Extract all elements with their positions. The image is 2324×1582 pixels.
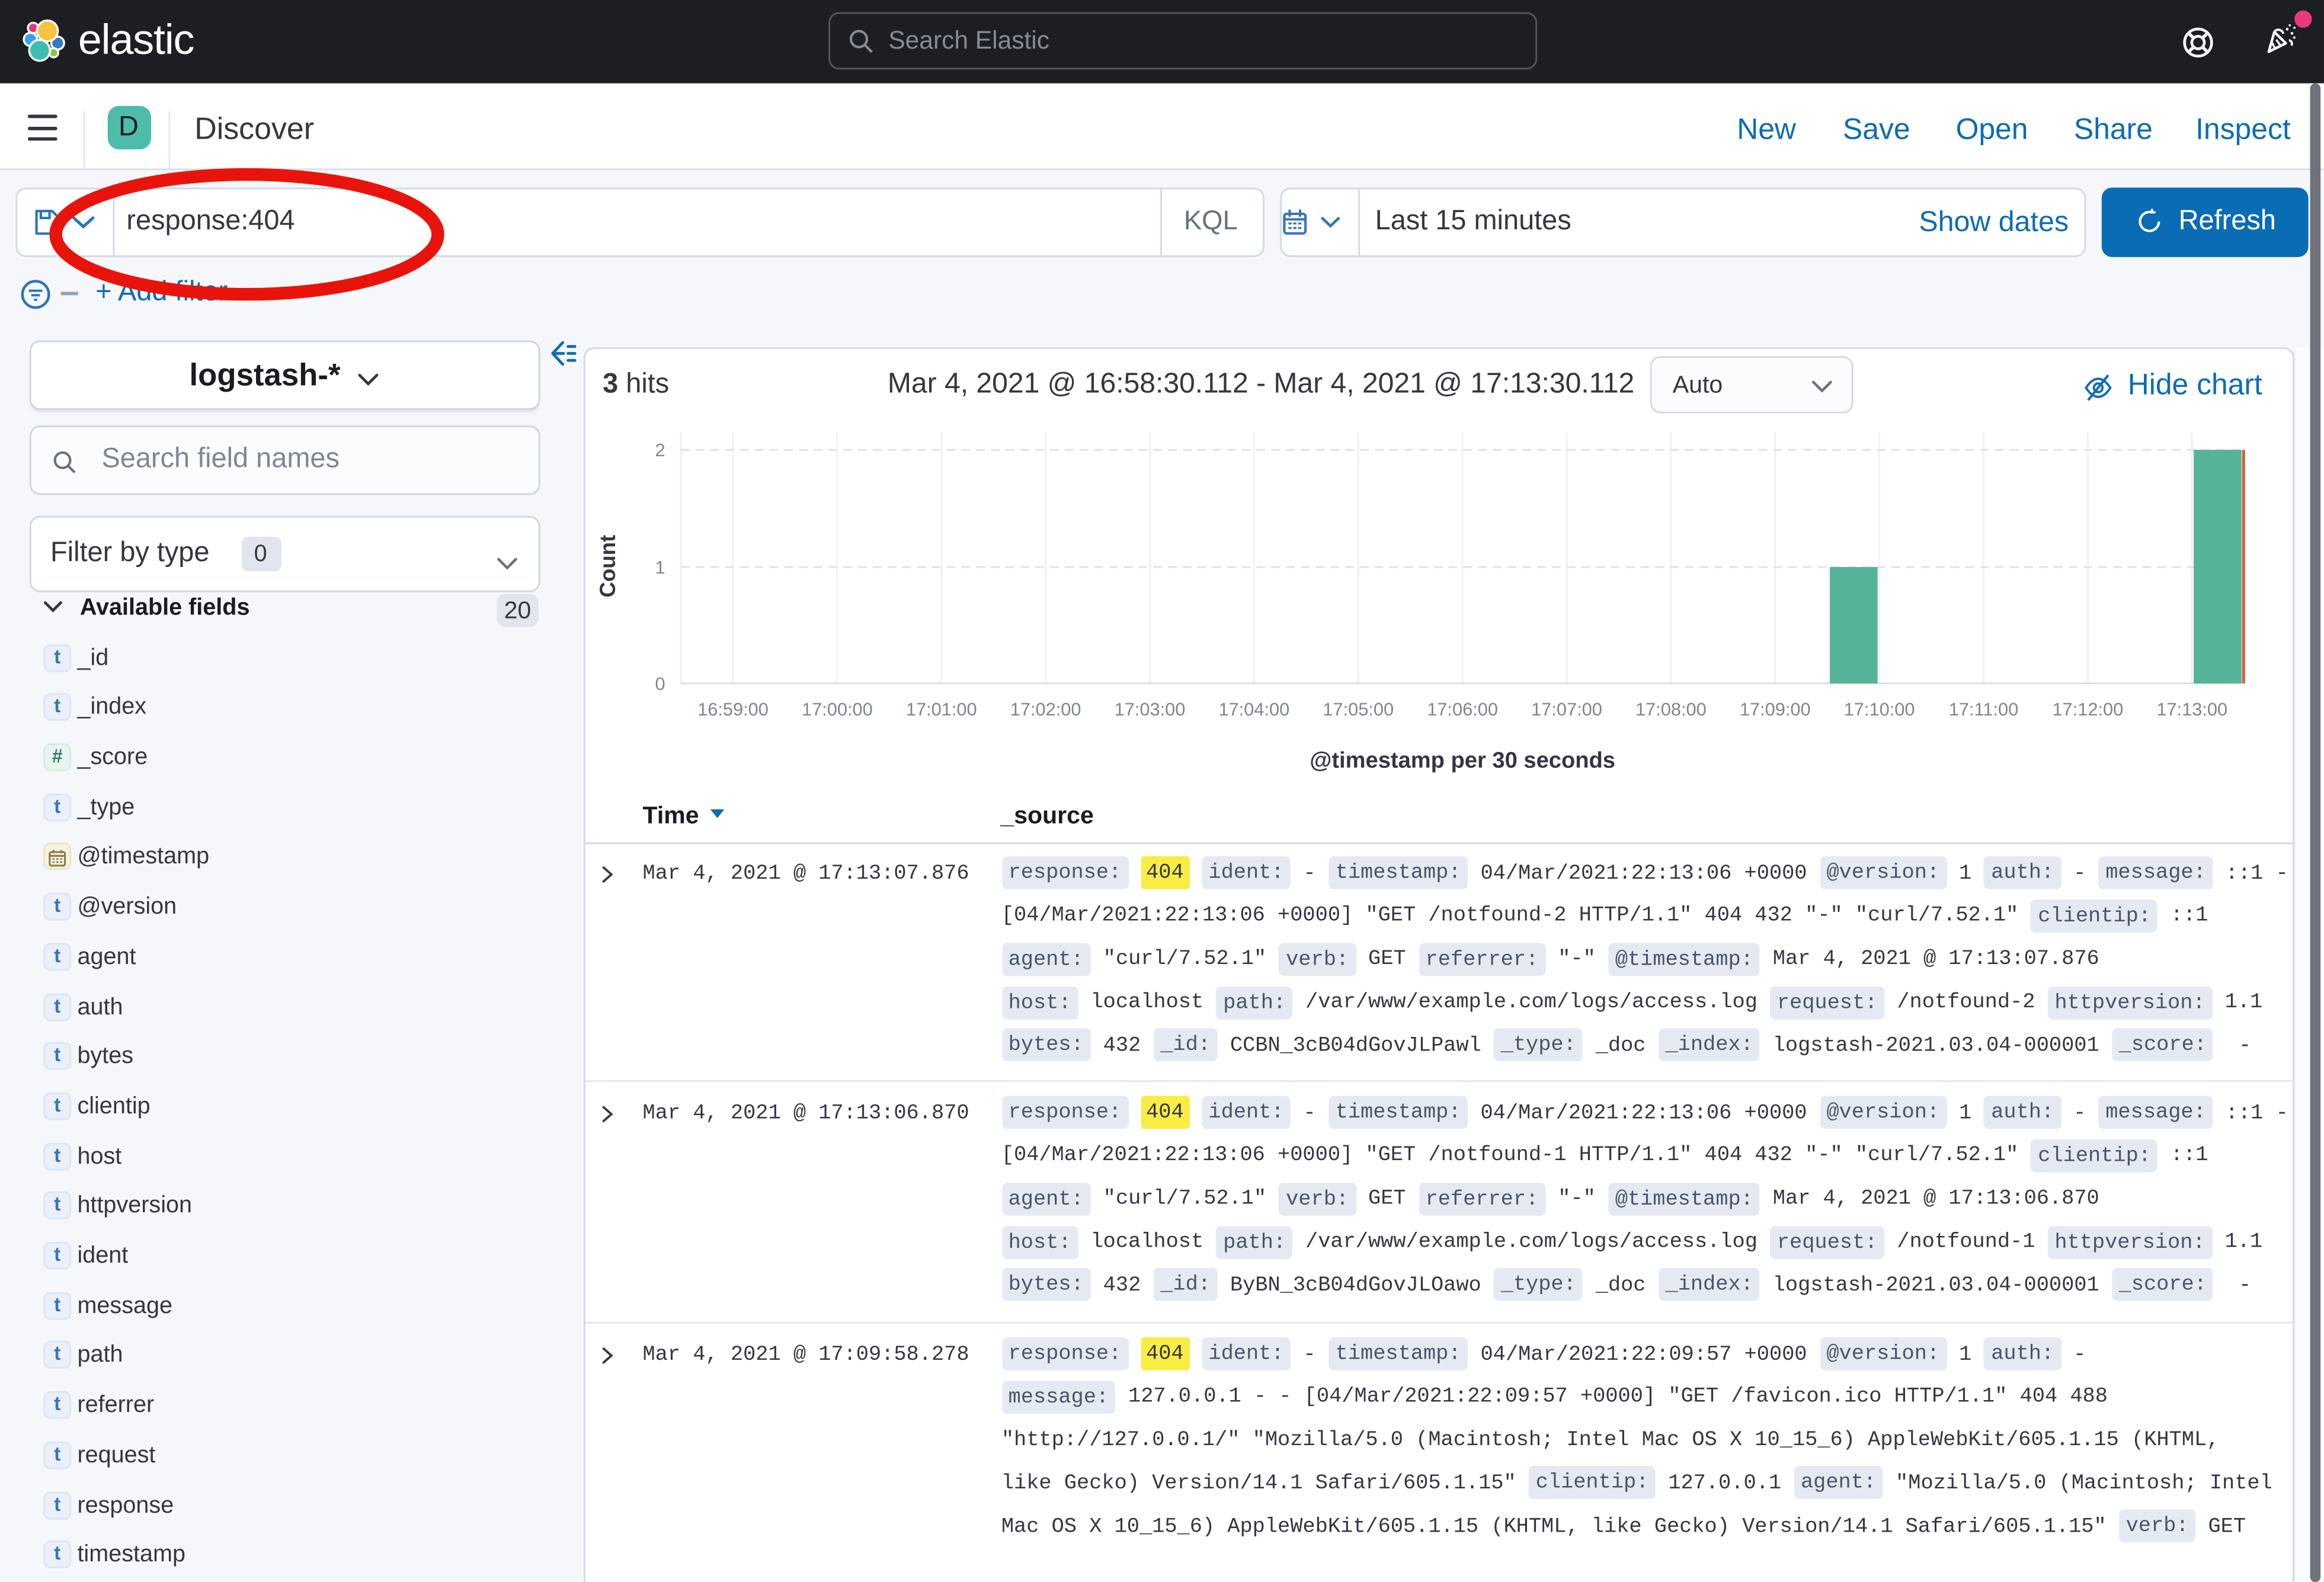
- svg-text:17:13:00: 17:13:00: [2156, 699, 2227, 720]
- svg-text:17:02:00: 17:02:00: [1010, 699, 1081, 720]
- svg-text:17:00:00: 17:00:00: [802, 699, 873, 720]
- svg-text:17:11:00: 17:11:00: [1949, 699, 2018, 720]
- svg-text:17:10:00: 17:10:00: [1844, 699, 1915, 720]
- svg-text:17:04:00: 17:04:00: [1218, 699, 1289, 720]
- svg-text:16:59:00: 16:59:00: [697, 699, 769, 720]
- svg-text:17:03:00: 17:03:00: [1115, 699, 1186, 720]
- svg-text:2: 2: [655, 440, 665, 460]
- svg-text:0: 0: [655, 673, 665, 694]
- svg-text:1: 1: [655, 557, 665, 578]
- svg-text:17:06:00: 17:06:00: [1427, 699, 1498, 720]
- svg-text:17:09:00: 17:09:00: [1740, 699, 1811, 720]
- svg-text:17:01:00: 17:01:00: [906, 699, 977, 720]
- svg-text:17:12:00: 17:12:00: [2052, 699, 2123, 720]
- svg-text:17:07:00: 17:07:00: [1531, 699, 1602, 720]
- svg-text:17:08:00: 17:08:00: [1635, 699, 1707, 720]
- svg-text:17:05:00: 17:05:00: [1323, 699, 1394, 720]
